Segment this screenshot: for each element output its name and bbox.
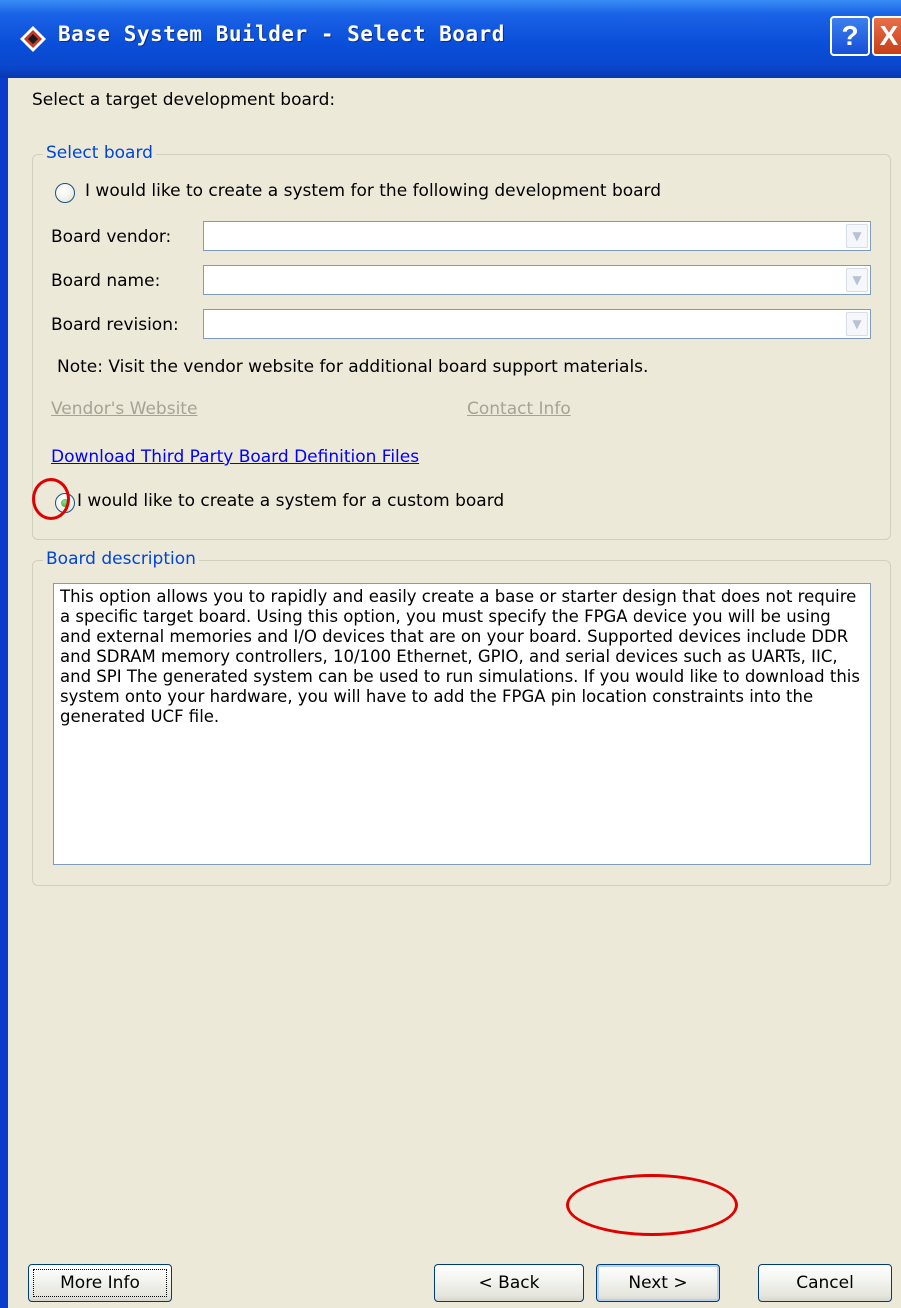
board-revision-select[interactable]: ▼ [203, 309, 871, 339]
back-button[interactable]: < Back [434, 1264, 584, 1302]
dialog-client: Select a target development board: Selec… [8, 78, 901, 1308]
vendor-note: Note: Visit the vendor website for addit… [57, 357, 649, 377]
window-title: Base System Builder - Select Board [58, 22, 505, 46]
cancel-label: Cancel [796, 1273, 854, 1293]
dialog-window: Base System Builder - Select Board ? X S… [0, 0, 901, 1308]
select-board-group: Select board I would like to create a sy… [32, 143, 891, 540]
chevron-down-icon[interactable]: ▼ [846, 268, 868, 292]
chevron-down-icon[interactable]: ▼ [846, 312, 868, 336]
radio-selected-dot [61, 499, 69, 507]
title-bar[interactable]: Base System Builder - Select Board ? X [0, 0, 901, 78]
board-description-group: Board description This option allows you… [32, 549, 891, 886]
board-vendor-label: Board vendor: [51, 227, 172, 247]
board-revision-label: Board revision: [51, 315, 179, 335]
dev-board-radio[interactable] [55, 183, 75, 203]
select-board-legend: Select board [43, 143, 156, 163]
app-diamond-icon [20, 26, 46, 52]
more-info-label: More Info [60, 1273, 140, 1293]
board-description-text[interactable]: This option allows you to rapidly and ea… [53, 583, 871, 865]
dev-board-label[interactable]: I would like to create a system for the … [85, 181, 661, 201]
board-vendor-select[interactable]: ▼ [203, 221, 871, 251]
back-label: < Back [478, 1273, 540, 1293]
next-label: Next > [628, 1273, 688, 1293]
download-board-files-link[interactable]: Download Third Party Board Definition Fi… [51, 447, 419, 467]
next-button[interactable]: Next > [596, 1264, 720, 1302]
custom-board-label[interactable]: I would like to create a system for a cu… [77, 491, 504, 511]
close-button[interactable]: X [872, 16, 901, 56]
board-name-select[interactable]: ▼ [203, 265, 871, 295]
chevron-down-icon[interactable]: ▼ [846, 224, 868, 248]
board-name-label: Board name: [51, 271, 161, 291]
help-button[interactable]: ? [830, 16, 870, 56]
more-info-button[interactable]: More Info [28, 1264, 172, 1302]
cancel-button[interactable]: Cancel [758, 1264, 892, 1302]
contact-info-link[interactable]: Contact Info [467, 399, 571, 419]
intro-text: Select a target development board: [32, 90, 336, 110]
board-description-legend: Board description [43, 549, 199, 569]
custom-board-radio[interactable] [55, 493, 75, 513]
vendor-website-link[interactable]: Vendor's Website [51, 399, 197, 419]
